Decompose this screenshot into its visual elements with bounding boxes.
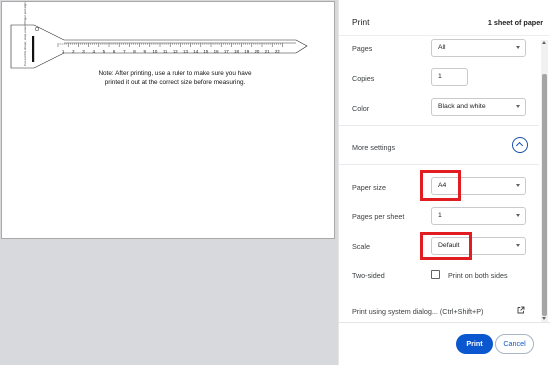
cancel-button[interactable]: Cancel bbox=[495, 334, 534, 354]
color-select[interactable]: Black and white bbox=[431, 98, 526, 116]
scale-highlight-box bbox=[420, 232, 472, 260]
ruler-number: 10 bbox=[152, 49, 157, 54]
copies-input[interactable]: 1 bbox=[431, 68, 468, 86]
pages-value: All bbox=[438, 44, 446, 51]
divider bbox=[339, 125, 539, 126]
ruler-side-text: Cut out this shape, wrap around finger a… bbox=[23, 2, 27, 66]
ruler-number: 20 bbox=[254, 49, 259, 54]
panel-title: Print bbox=[352, 17, 370, 27]
open-in-new-icon[interactable] bbox=[517, 306, 525, 314]
sheet-count: 1 sheet of paper bbox=[487, 18, 543, 27]
ruler-number: 16 bbox=[214, 49, 219, 54]
scroll-down-arrow-icon[interactable] bbox=[542, 317, 546, 320]
ruler-number: 14 bbox=[193, 49, 198, 54]
pages-per-sheet-select[interactable]: 1 bbox=[431, 207, 526, 225]
divider bbox=[339, 164, 539, 165]
color-label: Color bbox=[352, 104, 370, 113]
ruler-number: 17 bbox=[224, 49, 229, 54]
pages-label: Pages bbox=[352, 44, 373, 53]
scroll-thumb[interactable] bbox=[542, 74, 547, 316]
chevron-down-icon bbox=[516, 46, 520, 49]
paper-size-highlight-box bbox=[420, 170, 461, 201]
preview-area: Cut out this shape, wrap around finger a… bbox=[0, 0, 338, 365]
chevron-down-icon bbox=[516, 214, 520, 217]
pages-per-sheet-value: 1 bbox=[438, 212, 442, 219]
ruler-number: 13 bbox=[183, 49, 188, 54]
ruler-number: 11 bbox=[163, 49, 168, 54]
paper-preview: Cut out this shape, wrap around finger a… bbox=[1, 1, 335, 239]
paper-size-label: Paper size bbox=[352, 183, 386, 192]
chevron-down-icon bbox=[516, 105, 520, 108]
print-settings-panel: Print 1 sheet of paper Pages All Copies … bbox=[338, 0, 550, 365]
two-sided-checkbox[interactable] bbox=[431, 270, 440, 279]
copies-value: 1 bbox=[438, 73, 442, 80]
note-line-1: Note: After printing, use a ruler to mak… bbox=[98, 70, 252, 77]
ruler-number: 15 bbox=[203, 49, 208, 54]
ruler-number: 12 bbox=[173, 49, 178, 54]
system-dialog-link[interactable]: Print using system dialog... (Ctrl+Shift… bbox=[352, 307, 483, 316]
ruler-slot-bar bbox=[32, 36, 35, 62]
scrollbar[interactable] bbox=[541, 40, 548, 322]
ruler-outline bbox=[10, 24, 308, 69]
more-settings-label[interactable]: More settings bbox=[352, 143, 395, 152]
ruler-number: 21 bbox=[265, 49, 270, 54]
scale-label: Scale bbox=[352, 242, 370, 251]
ruler-number: 19 bbox=[244, 49, 249, 54]
pages-per-sheet-label: Pages per sheet bbox=[352, 212, 405, 221]
ruler-number: 18 bbox=[234, 49, 239, 54]
scroll-up-arrow-icon[interactable] bbox=[542, 41, 546, 44]
note-line-2: printed it out at the correct size befor… bbox=[104, 78, 246, 86]
chevron-down-icon bbox=[516, 244, 520, 247]
panel-header: Print 1 sheet of paper bbox=[339, 0, 550, 36]
print-note: Note: After printing, use a ruler to mak… bbox=[90, 70, 260, 87]
color-value: Black and white bbox=[438, 103, 486, 110]
chevron-down-icon bbox=[516, 184, 520, 187]
two-sided-option-label[interactable]: Print on both sides bbox=[448, 271, 508, 280]
two-sided-label: Two-sided bbox=[352, 271, 385, 280]
ruler-number: 22 bbox=[275, 49, 280, 54]
ruler-slot-circle bbox=[34, 26, 40, 32]
print-button[interactable]: Print bbox=[456, 334, 493, 354]
copies-label: Copies bbox=[352, 74, 375, 83]
panel-footer: Print Cancel bbox=[339, 322, 550, 365]
collapse-icon[interactable] bbox=[512, 137, 528, 153]
pages-select[interactable]: All bbox=[431, 39, 526, 57]
